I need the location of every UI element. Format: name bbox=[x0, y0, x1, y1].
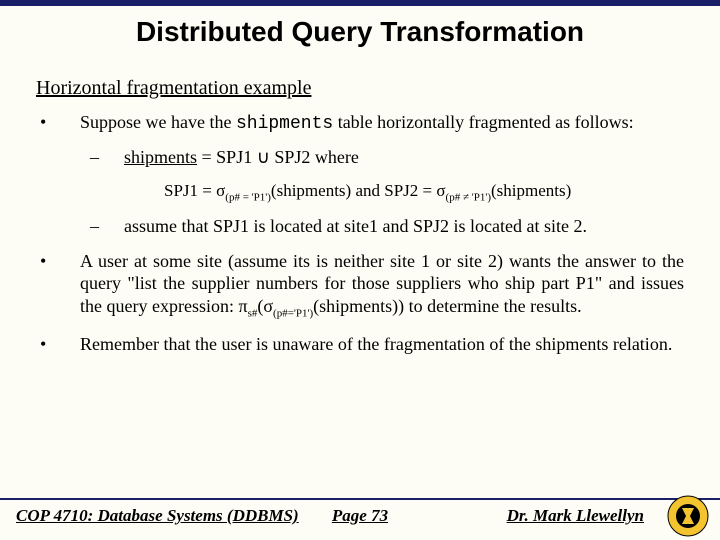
formula-and: and bbox=[351, 181, 384, 200]
footer-divider bbox=[0, 498, 720, 500]
formula-ship2: (shipments) bbox=[491, 181, 571, 200]
section-subheading: Horizontal fragmentation example bbox=[36, 76, 684, 101]
slide-footer: COP 4710: Database Systems (DDBMS) Page … bbox=[0, 498, 720, 540]
sigma-sub-1: (p# = 'P1') bbox=[225, 191, 271, 203]
sub1-post: SPJ2 where bbox=[270, 147, 359, 167]
sigma-symbol-1: σ bbox=[216, 181, 225, 200]
bullet-item-2: A user at some site (assume its is neith… bbox=[36, 250, 684, 321]
footer-page: Page 73 bbox=[332, 506, 388, 526]
bullet-item-1: Suppose we have the shipments table hori… bbox=[36, 111, 684, 238]
union-symbol: ∪ bbox=[257, 147, 270, 167]
sub-bullet-list-1: shipments = SPJ1 ∪ SPJ2 where bbox=[80, 146, 684, 169]
sigma-symbol-3: σ bbox=[263, 296, 273, 316]
ucf-logo-icon bbox=[666, 494, 710, 538]
sigma-symbol-2: σ bbox=[436, 181, 445, 200]
sub1-mid: = SPJ1 bbox=[197, 147, 257, 167]
sub-bullet-list-2: assume that SPJ1 is located at site1 and… bbox=[80, 215, 684, 238]
formula-definition: SPJ1 = σ(p# = 'P1')(shipments) and SPJ2 … bbox=[164, 180, 684, 205]
sub-bullet-2: assume that SPJ1 is located at site1 and… bbox=[80, 215, 684, 238]
top-accent-bar bbox=[0, 0, 720, 6]
bullet1-suffix: table horizontally fragmented as follows… bbox=[333, 112, 633, 132]
bullet-list: Suppose we have the shipments table hori… bbox=[36, 111, 684, 355]
bullet2-suffix: to determine the results. bbox=[404, 296, 581, 316]
page-title: Distributed Query Transformation bbox=[0, 0, 720, 48]
bullet-item-3: Remember that the user is unaware of the… bbox=[36, 333, 684, 356]
pi-symbol: π bbox=[238, 296, 247, 316]
slide-content: Horizontal fragmentation example Suppose… bbox=[0, 48, 720, 355]
formula-spj2: SPJ2 = bbox=[384, 181, 436, 200]
formula-ship1: (shipments) bbox=[271, 181, 351, 200]
formula-spj1: SPJ1 = bbox=[164, 181, 216, 200]
pi-sub: s# bbox=[248, 307, 258, 319]
footer-author: Dr. Mark Llewellyn bbox=[507, 506, 644, 526]
bullet1-prefix: Suppose we have the bbox=[80, 112, 236, 132]
footer-course: COP 4710: Database Systems (DDBMS) bbox=[16, 506, 299, 526]
sigma-sub-2: (p# ≠ 'P1') bbox=[446, 191, 491, 203]
sub1-underlined: shipments bbox=[124, 147, 197, 167]
sub-bullet-1: shipments = SPJ1 ∪ SPJ2 where bbox=[80, 146, 684, 169]
bullet2-ship: (shipments) bbox=[313, 296, 398, 316]
sigma-sub-3: (p#='P1') bbox=[273, 307, 313, 319]
slide: Distributed Query Transformation Horizon… bbox=[0, 0, 720, 540]
bullet1-code: shipments bbox=[236, 114, 333, 134]
